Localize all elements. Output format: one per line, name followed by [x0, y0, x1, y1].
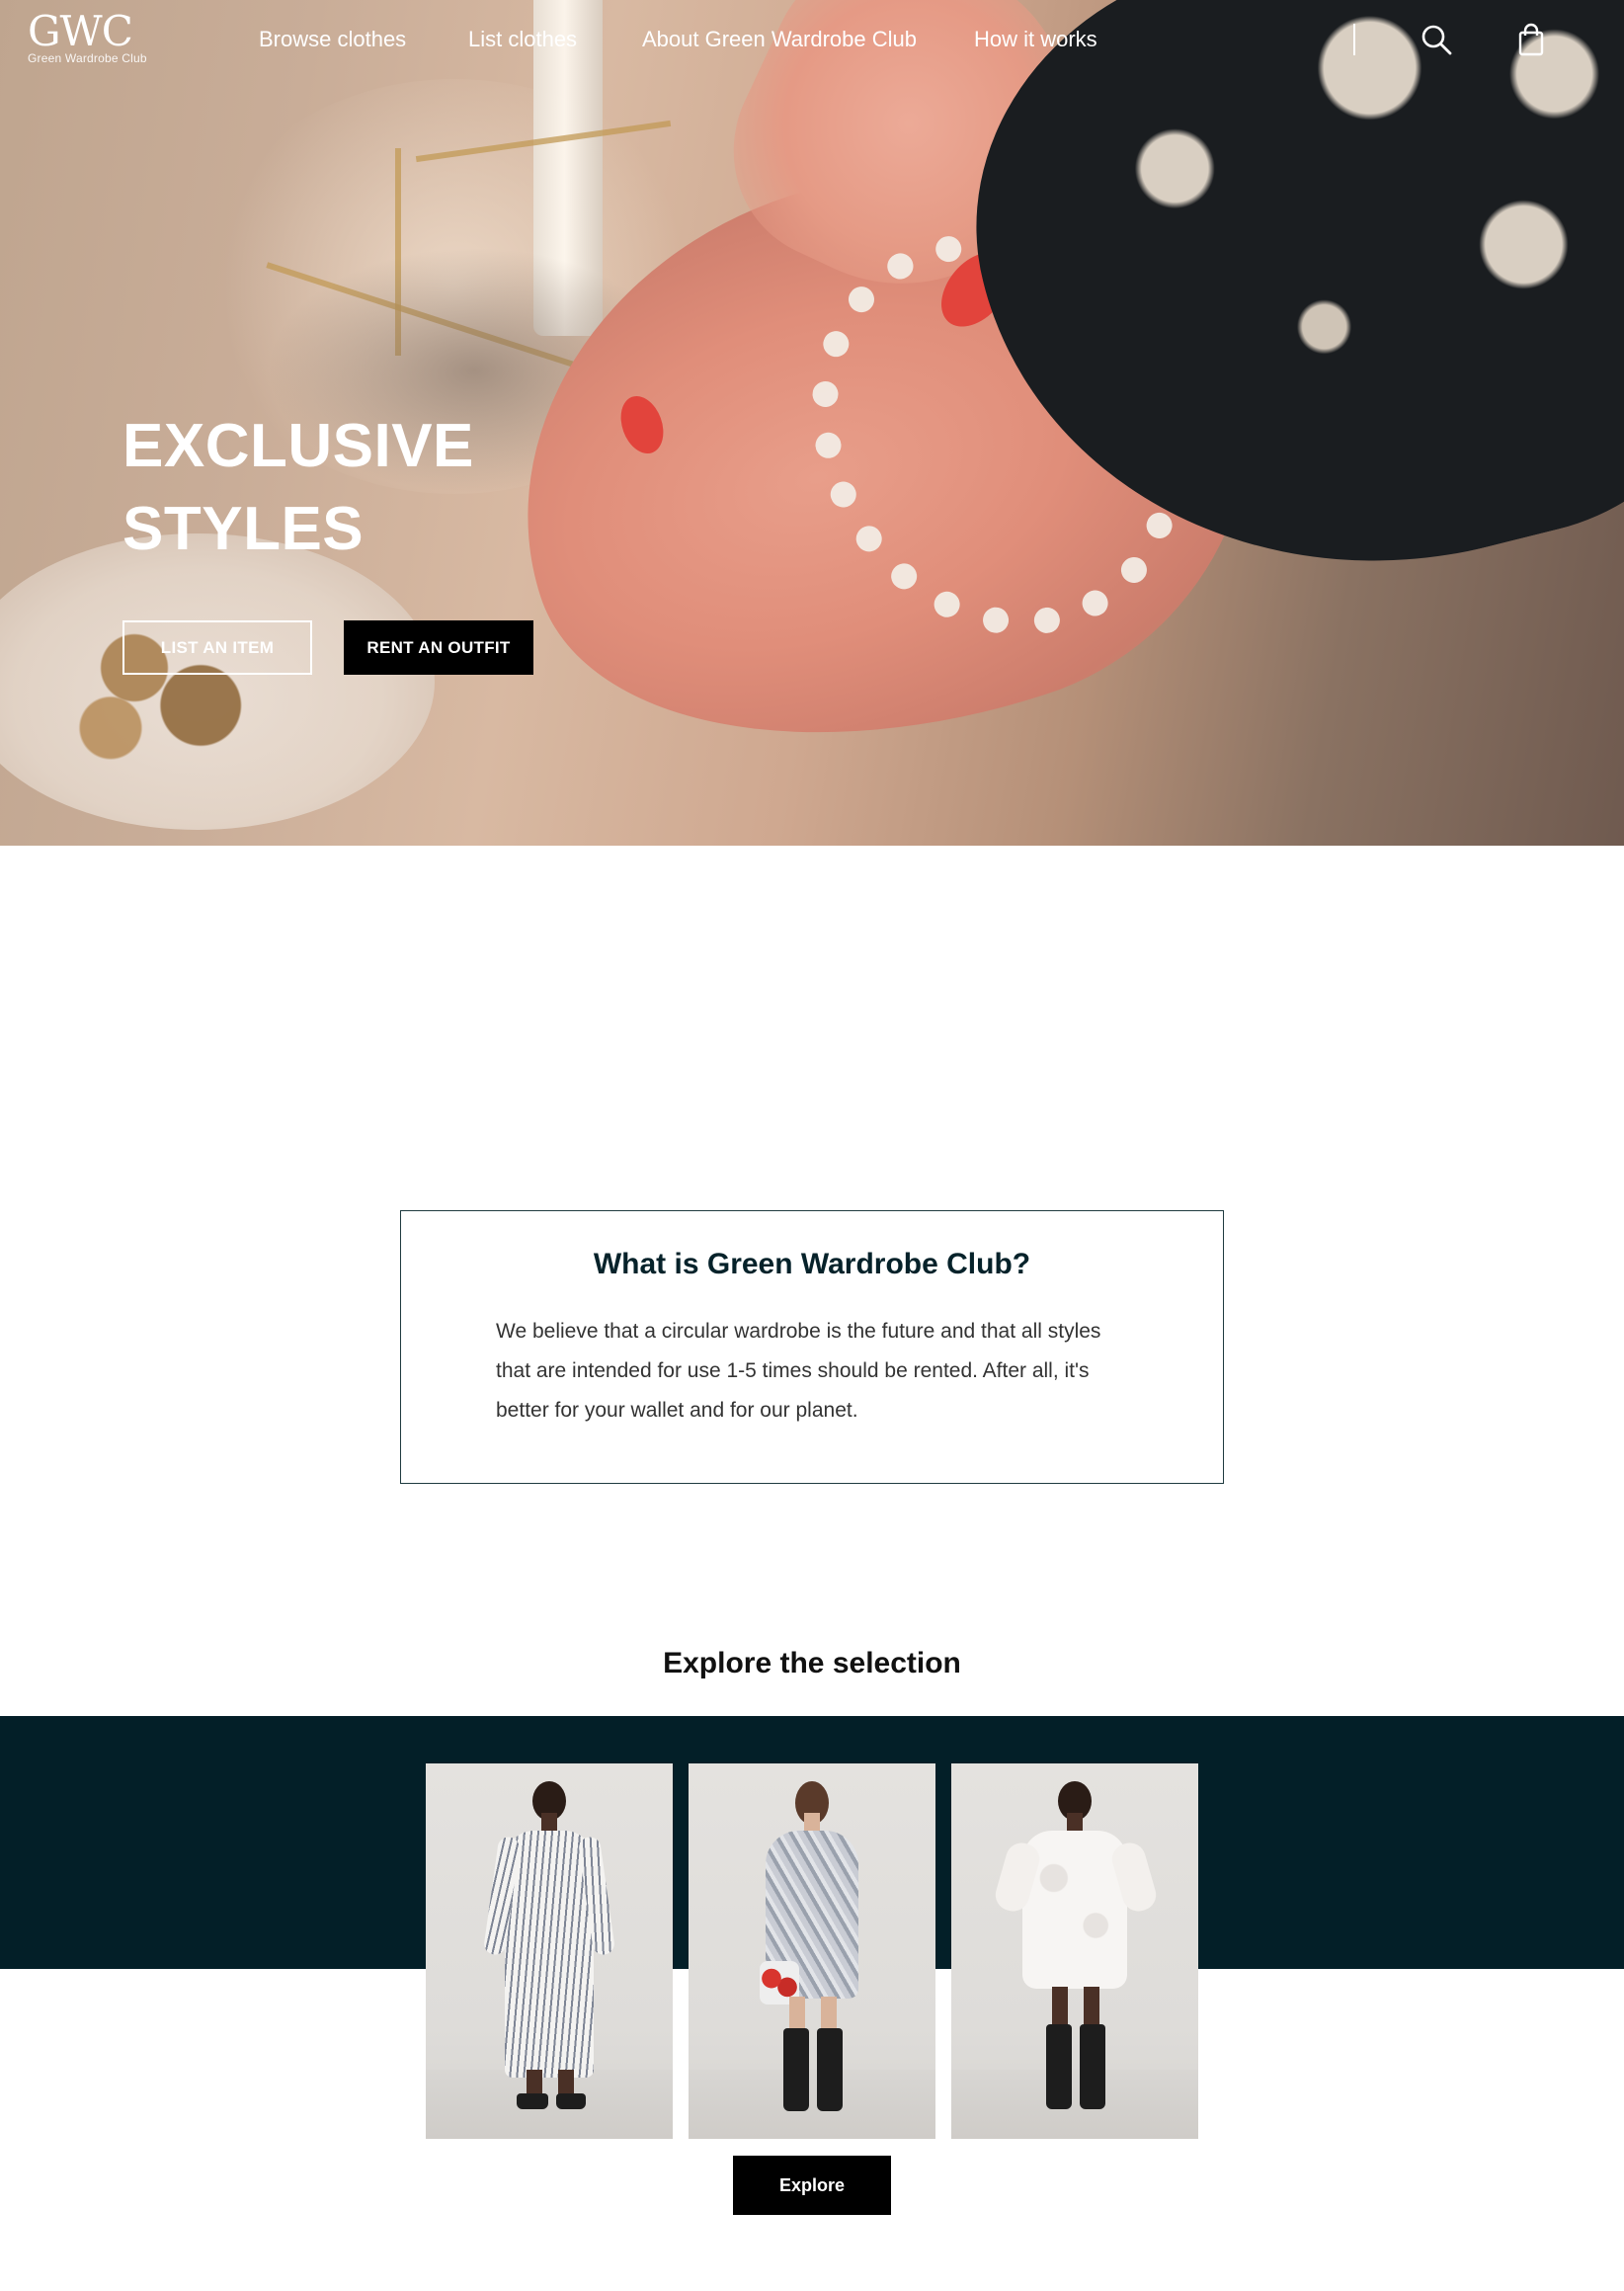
nav-list-clothes[interactable]: List clothes	[468, 26, 577, 53]
nav-browse-clothes[interactable]: Browse clothes	[259, 26, 406, 53]
striped-long-dress	[505, 1831, 594, 2078]
product-card-silver-sequin-mini-dress[interactable]	[689, 1763, 935, 2139]
selection-heading: Explore the selection	[663, 1647, 961, 1679]
hero-title: EXCLUSIVE STYLES	[122, 405, 474, 571]
model-tall-boot	[783, 2028, 809, 2111]
site-logo[interactable]: GWC Green Wardrobe Club	[28, 7, 147, 66]
hero-title-line1: EXCLUSIVE	[122, 412, 474, 480]
hero-title-line2: STYLES	[122, 495, 365, 563]
about-heading: What is Green Wardrobe Club?	[593, 1248, 1031, 1280]
about-box: What is Green Wardrobe Club? We believe …	[400, 1210, 1224, 1484]
logo-mark: GWC	[28, 7, 133, 55]
card-floor	[951, 2070, 1198, 2139]
product-card-white-jacquard-mini-dress[interactable]	[951, 1763, 1198, 2139]
nav-divider	[1353, 24, 1355, 55]
explore-button[interactable]: Explore	[733, 2156, 891, 2215]
top-nav: GWC Green Wardrobe Club Browse clothes L…	[0, 0, 1624, 79]
model-tall-boot	[1080, 2024, 1105, 2109]
model-shoe	[517, 2093, 548, 2109]
nav-how-it-works[interactable]: How it works	[974, 26, 1097, 53]
search-icon[interactable]	[1419, 22, 1454, 57]
shopping-bag-icon[interactable]	[1513, 22, 1549, 57]
product-card-striped-long-dress[interactable]	[426, 1763, 673, 2139]
model-tall-boot	[817, 2028, 843, 2111]
card-floor	[426, 2070, 673, 2139]
model-tall-boot	[1046, 2024, 1072, 2109]
about-body: We believe that a circular wardrobe is t…	[496, 1320, 1101, 1422]
rent-an-outfit-button[interactable]: RENT AN OUTFIT	[344, 620, 533, 675]
model-shoe	[556, 2093, 586, 2109]
card-floor	[689, 2070, 935, 2139]
nav-about[interactable]: About Green Wardrobe Club	[642, 26, 917, 53]
logo-subtitle: Green Wardrobe Club	[28, 51, 147, 65]
list-an-item-button[interactable]: LIST AN ITEM	[122, 620, 312, 675]
